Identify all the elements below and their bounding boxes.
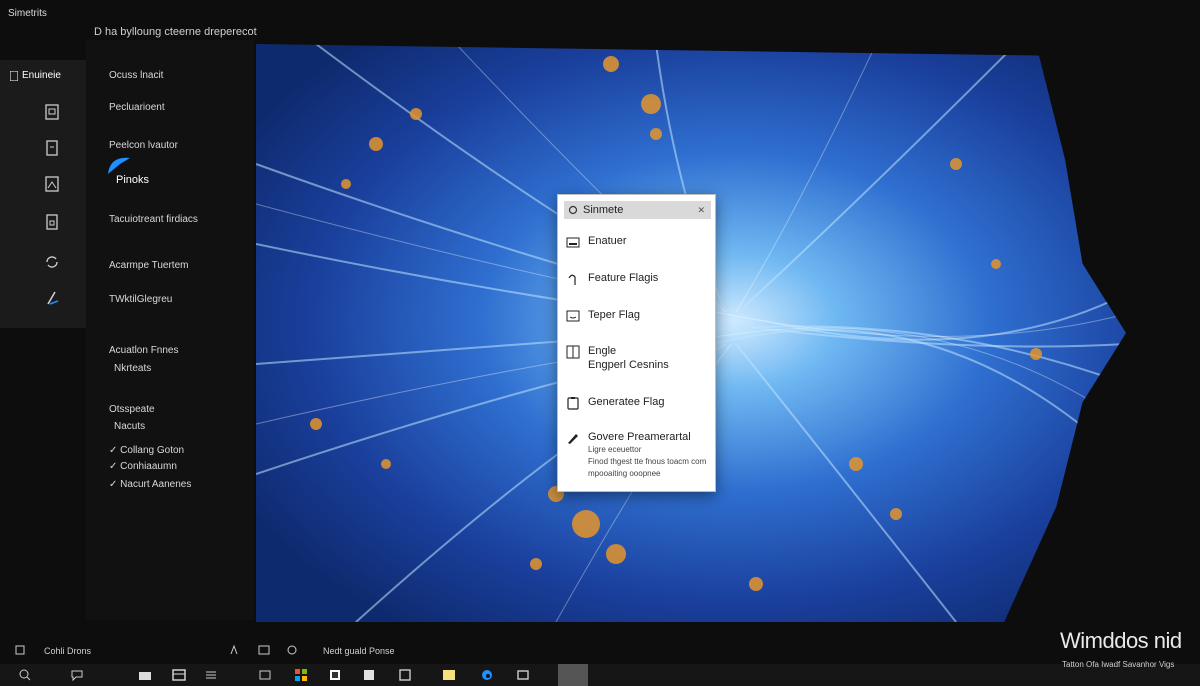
window-icon[interactable] (172, 668, 186, 682)
split-page-icon (566, 345, 580, 359)
rail-header[interactable]: Enuineie (10, 70, 61, 81)
status-left-text: Cohli Drons (44, 646, 92, 656)
audio-icon[interactable] (228, 644, 240, 656)
app-icon[interactable] (362, 668, 376, 682)
panel-item[interactable]: ✓ Collang Goton (109, 445, 184, 456)
window-title: Simetrits (8, 8, 47, 19)
menu-item-feature-flags[interactable]: Feature Flagis (566, 272, 658, 286)
menu-icon[interactable] (204, 668, 218, 682)
panel-item-selected[interactable]: Pinoks (116, 174, 149, 186)
browser-icon[interactable] (480, 668, 494, 682)
sync-icon[interactable] (40, 250, 64, 274)
panel-item[interactable]: Pecluarioent (109, 102, 165, 113)
menu-header-dropdown[interactable]: Sinmete ✕ (564, 201, 711, 219)
menu-item-teper-flag[interactable]: Teper Flag (566, 309, 640, 323)
watermark-title: Wimddos nid (1060, 628, 1182, 653)
panel-item[interactable]: Peelcon lvautor (109, 140, 178, 151)
settings-panel: Ocuss lnacit Pecluarioent Peelcon lvauto… (86, 40, 254, 620)
pen-icon[interactable] (40, 286, 64, 310)
panel-item[interactable]: Ocuss lnacit (109, 70, 163, 81)
grid-icon[interactable] (14, 644, 26, 656)
chat-icon[interactable] (70, 668, 84, 682)
accent-icon (108, 157, 130, 174)
status-bar: Cohli Drons Nedt guald Ponse (0, 636, 1200, 664)
taskbar-selected-highlight (558, 664, 588, 686)
app-icon (10, 70, 18, 81)
panel-item[interactable]: TWktilGlegreu (109, 294, 172, 305)
image-icon[interactable] (40, 172, 64, 196)
search-icon[interactable] (18, 668, 32, 682)
panel-item[interactable]: Otsspeate (109, 404, 155, 415)
pencil-icon (568, 434, 578, 444)
window-icon[interactable] (516, 668, 530, 682)
panel-item[interactable]: Acarmpe Tuertem (109, 260, 188, 271)
menu-item-govere[interactable]: Govere Preamerartal Ligre eceuettor Fino… (566, 431, 706, 479)
monitor-icon (566, 310, 580, 322)
hook-icon (568, 274, 576, 285)
status-middle-text: Nedt guald Ponse (323, 646, 395, 656)
keyboard-icon (566, 237, 580, 248)
check-icon: ✓ (109, 479, 121, 490)
settings-icon (568, 205, 578, 215)
page-icon[interactable] (40, 136, 64, 160)
notes-icon[interactable] (442, 668, 456, 682)
network-icon[interactable] (286, 644, 298, 656)
lock-page-icon[interactable] (40, 210, 64, 234)
menu-item-engle[interactable]: Engle Engperl Cesnins (566, 345, 669, 371)
chevron-down-icon: ✕ (697, 204, 705, 215)
panel-item[interactable]: ✓ Conhiaaumn (109, 461, 177, 472)
panel-item[interactable]: ✓ Nacurt Aanenes (109, 479, 191, 490)
rail-header-label: Enuineie (22, 70, 61, 81)
panel-item[interactable]: Nkrteats (114, 363, 151, 374)
check-icon: ✓ (109, 461, 121, 472)
check-icon: ✓ (109, 445, 121, 456)
icon-rail: Enuineie (0, 60, 86, 328)
panel-item[interactable]: Acuatlon Fnnes (109, 345, 179, 356)
app-icon[interactable] (328, 668, 342, 682)
window-icon[interactable] (398, 668, 412, 682)
window-subtitle: D ha bylloung cteerne dreperecot (94, 26, 257, 38)
panel-item[interactable]: Tacuiotreant firdiacs (109, 214, 198, 225)
menu-item-generate-flag[interactable]: Generatee Flag (566, 396, 664, 410)
taskbar (0, 664, 1200, 686)
document-icon[interactable] (40, 100, 64, 124)
watermark-subtitle: Tatton Ofa Iwadf Savanhor Vigs (1062, 660, 1175, 669)
start-icon[interactable] (294, 668, 308, 682)
window-icon[interactable] (258, 644, 270, 656)
task-view-icon[interactable] (258, 668, 272, 682)
panel-item[interactable]: Nacuts (114, 421, 145, 432)
context-menu: Sinmete ✕ Enatuer Feature Flagis Teper F… (557, 194, 716, 492)
menu-header-label: Sinmete (583, 204, 624, 216)
clipboard-icon (567, 397, 579, 410)
menu-item-enatuer[interactable]: Enatuer (566, 235, 627, 249)
folder-icon[interactable] (138, 668, 152, 682)
